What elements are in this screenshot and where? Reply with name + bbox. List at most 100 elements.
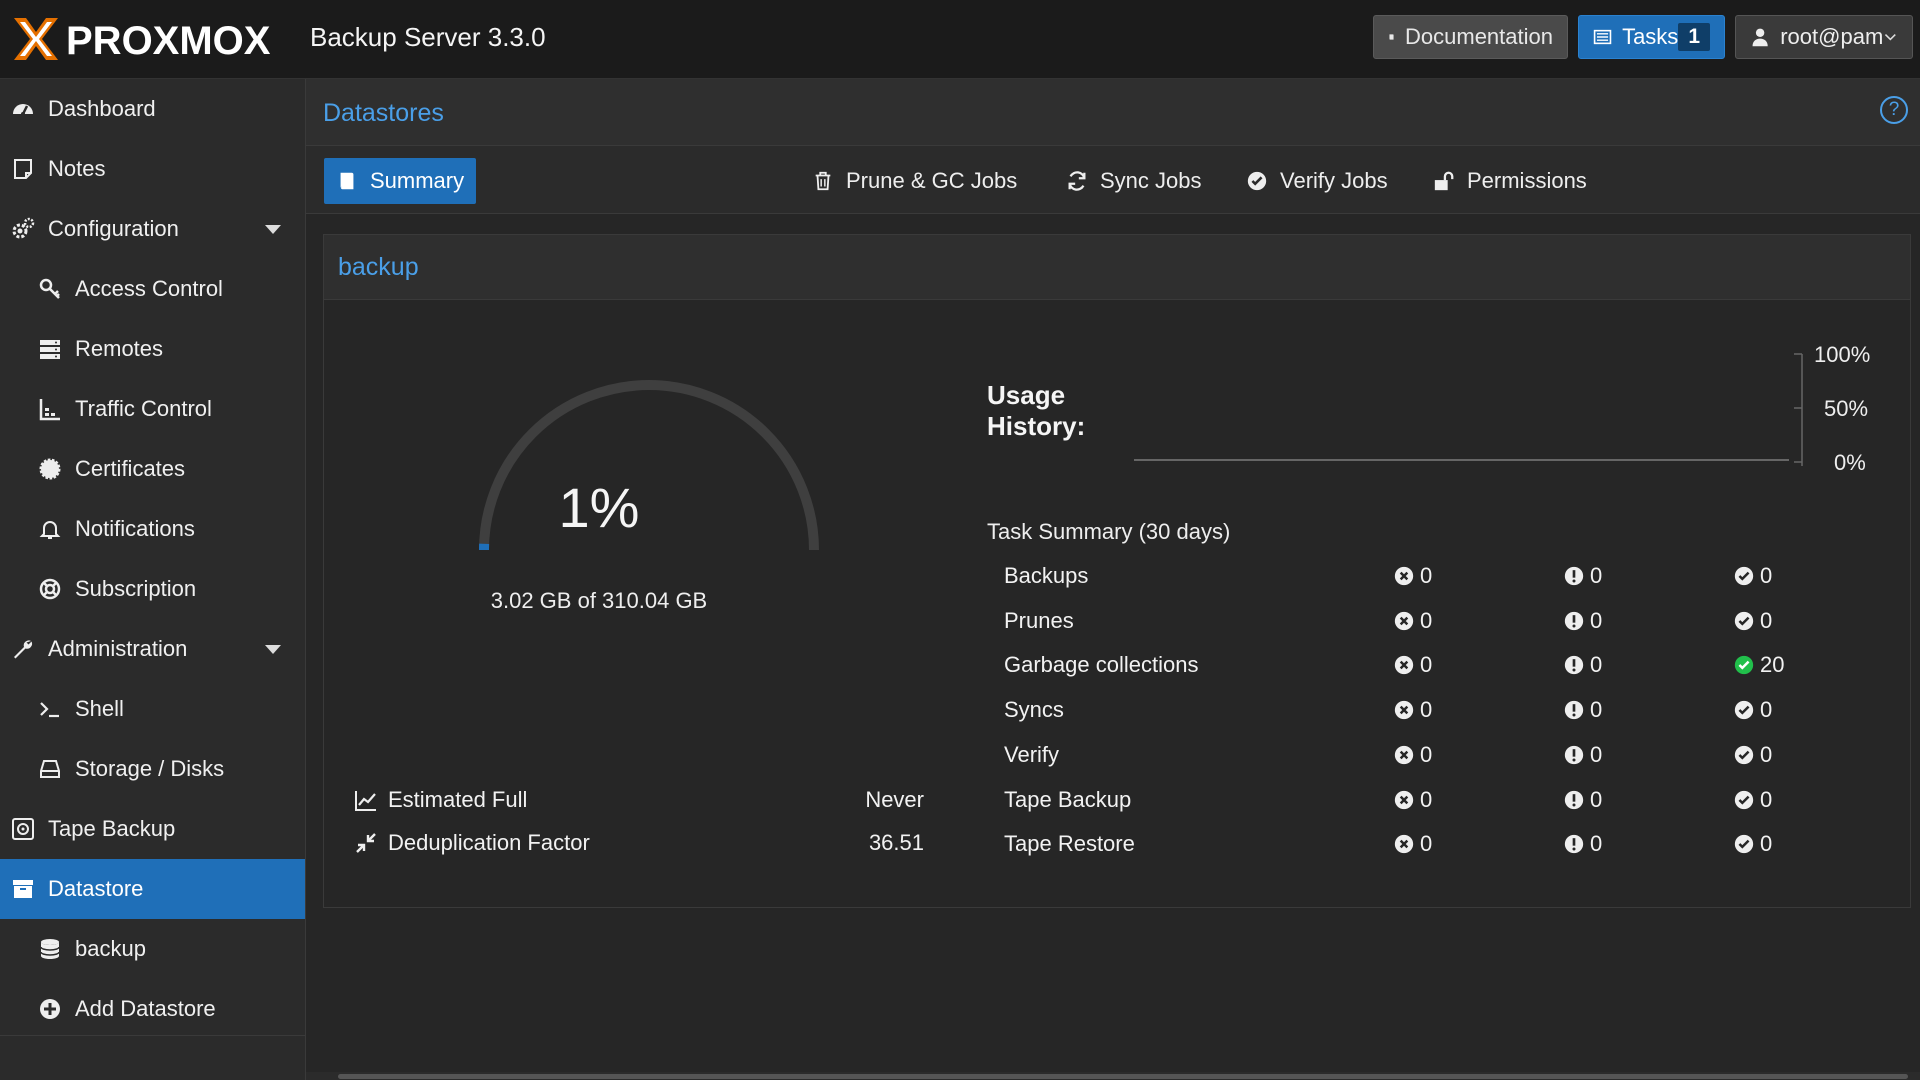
expand-caret-icon[interactable] <box>265 225 281 234</box>
error-circle-icon <box>1394 790 1414 809</box>
tick-label: 50% <box>1824 396 1868 421</box>
error-count[interactable]: 0 <box>1394 787 1432 813</box>
tab-summary[interactable]: Summary <box>324 158 477 204</box>
sidebar-item-dashboard[interactable]: Dashboard <box>0 79 305 139</box>
error-count[interactable]: 0 <box>1394 652 1432 678</box>
warning-count[interactable]: 0 <box>1564 608 1602 634</box>
expand-caret-icon[interactable] <box>265 645 281 654</box>
certificate-icon <box>37 456 63 482</box>
sidebar-divider <box>0 1035 305 1036</box>
tab-label: Sync Jobs <box>1100 168 1202 193</box>
warning-count[interactable]: 0 <box>1564 697 1602 723</box>
tasks-count-badge: 1 <box>1678 23 1710 51</box>
tab-permissions[interactable]: Permissions <box>1421 158 1599 204</box>
warning-count[interactable]: 0 <box>1564 787 1602 813</box>
ok-count[interactable]: 0 <box>1734 608 1772 634</box>
documentation-button[interactable]: Documentation <box>1373 15 1568 59</box>
warning-count-value: 0 <box>1590 607 1603 633</box>
bell-icon <box>37 516 63 542</box>
usage-percent: 1% <box>558 476 640 539</box>
sidebar-item-label: Subscription <box>75 576 197 601</box>
sidebar-item-traffic-control[interactable]: Traffic Control <box>0 379 305 439</box>
task-summary-row: Tape Backup 0 0 0 <box>1004 780 1864 820</box>
tab-prune-gc-jobs[interactable]: Prune & GC Jobs <box>800 158 1029 204</box>
error-count[interactable]: 0 <box>1394 697 1432 723</box>
ok-count-value: 0 <box>1760 741 1773 767</box>
horizontal-scrollbar[interactable] <box>306 1072 1920 1080</box>
book-icon <box>340 172 354 190</box>
notes-icon <box>10 156 36 182</box>
ok-count[interactable]: 0 <box>1734 697 1772 723</box>
tasks-button[interactable]: Tasks 1 <box>1578 15 1725 59</box>
sidebar-item-certificates[interactable]: Certificates <box>0 439 305 499</box>
task-summary-row: Syncs 0 0 0 <box>1004 690 1864 730</box>
error-circle-icon <box>1394 656 1414 675</box>
warning-count[interactable]: 0 <box>1564 742 1602 768</box>
ok-circle-icon <box>1734 835 1754 854</box>
estimated-full-label: Estimated Full <box>388 787 528 812</box>
ok-count[interactable]: 0 <box>1734 742 1772 768</box>
error-count-value: 0 <box>1420 786 1433 812</box>
ok-count[interactable]: 0 <box>1734 831 1772 857</box>
sidebar-item-label: Access Control <box>75 276 223 301</box>
error-count[interactable]: 0 <box>1394 742 1432 768</box>
task-summary-row: Prunes 0 0 0 <box>1004 601 1864 641</box>
warning-count-value: 0 <box>1590 786 1603 812</box>
sidebar-item-label: Shell <box>75 696 124 721</box>
task-type-label: Prunes <box>1004 607 1074 633</box>
error-count[interactable]: 0 <box>1394 831 1432 857</box>
sidebar-item-add-datastore[interactable]: Add Datastore <box>0 979 305 1039</box>
ok-count[interactable]: 20 <box>1734 652 1784 678</box>
warning-count-value: 0 <box>1590 697 1603 723</box>
warning-count[interactable]: 0 <box>1564 831 1602 857</box>
ok-circle-icon <box>1734 611 1754 630</box>
user-menu-button[interactable]: root@pam <box>1735 15 1913 59</box>
unlock-icon <box>1434 171 1454 191</box>
ok-circle-icon <box>1734 566 1754 586</box>
sidebar-item-label: Storage / Disks <box>75 756 225 781</box>
page-title: Datastores <box>323 99 444 127</box>
scrollbar-thumb[interactable] <box>338 1074 1908 1079</box>
task-summary-row: Tape Restore 0 0 0 <box>1004 824 1864 864</box>
ok-count-value: 0 <box>1760 563 1773 588</box>
svg-text:PROXMOX: PROXMOX <box>66 19 271 63</box>
sidebar-item-tape-backup[interactable]: Tape Backup <box>0 799 305 859</box>
ok-count[interactable]: 0 <box>1734 787 1772 813</box>
help-icon[interactable]: ? <box>1880 96 1908 124</box>
warning-count[interactable]: 0 <box>1564 563 1602 589</box>
sidebar-item-notes[interactable]: Notes <box>0 139 305 199</box>
sidebar-item-label: Certificates <box>75 456 186 481</box>
terminal-icon <box>37 696 63 722</box>
task-type-label: Tape Restore <box>1004 831 1135 857</box>
task-summary-row: Garbage collections 0 0 20 <box>1004 645 1864 685</box>
sidebar-item-remotes[interactable]: Remotes <box>0 319 305 379</box>
ok-count[interactable]: 0 <box>1734 563 1772 589</box>
user-icon <box>1752 28 1768 47</box>
product-title: Backup Server 3.3.0 <box>310 22 546 52</box>
sidebar-item-notifications[interactable]: Notifications <box>0 499 305 559</box>
error-circle-icon <box>1394 611 1414 630</box>
tab-sync-jobs[interactable]: Sync Jobs <box>1054 158 1214 204</box>
sidebar-item-datastore[interactable]: Datastore <box>0 859 305 919</box>
warning-circle-icon <box>1564 835 1584 854</box>
sidebar-item-storage-disks[interactable]: Storage / Disks <box>0 739 305 799</box>
warning-count[interactable]: 0 <box>1564 652 1602 678</box>
error-count[interactable]: 0 <box>1394 608 1432 634</box>
sidebar-item-administration[interactable]: Administration <box>0 619 305 679</box>
error-count[interactable]: 0 <box>1394 563 1432 589</box>
proxmox-logo[interactable]: PROXMOX <box>10 14 300 64</box>
sidebar-item-backup[interactable]: backup <box>0 919 305 979</box>
refresh-icon <box>1068 171 1086 191</box>
user-label: root@pam <box>1780 24 1884 49</box>
sidebar-item-access-control[interactable]: Access Control <box>0 259 305 319</box>
plus-circle-icon <box>37 996 63 1022</box>
datastore-summary-panel: backup 1% 3.02 GB of 310.04 GB Estimated… <box>323 234 1911 908</box>
sidebar-item-subscription[interactable]: Subscription <box>0 559 305 619</box>
ok-count-value: 0 <box>1760 607 1773 633</box>
sidebar-item-shell[interactable]: Shell <box>0 679 305 739</box>
error-count-value: 0 <box>1420 607 1433 633</box>
tab-verify-jobs[interactable]: Verify Jobs <box>1234 158 1400 204</box>
task-type-label: Backups <box>1004 563 1089 588</box>
tab-label: Summary <box>370 168 465 193</box>
sidebar-item-configuration[interactable]: Configuration <box>0 199 305 259</box>
